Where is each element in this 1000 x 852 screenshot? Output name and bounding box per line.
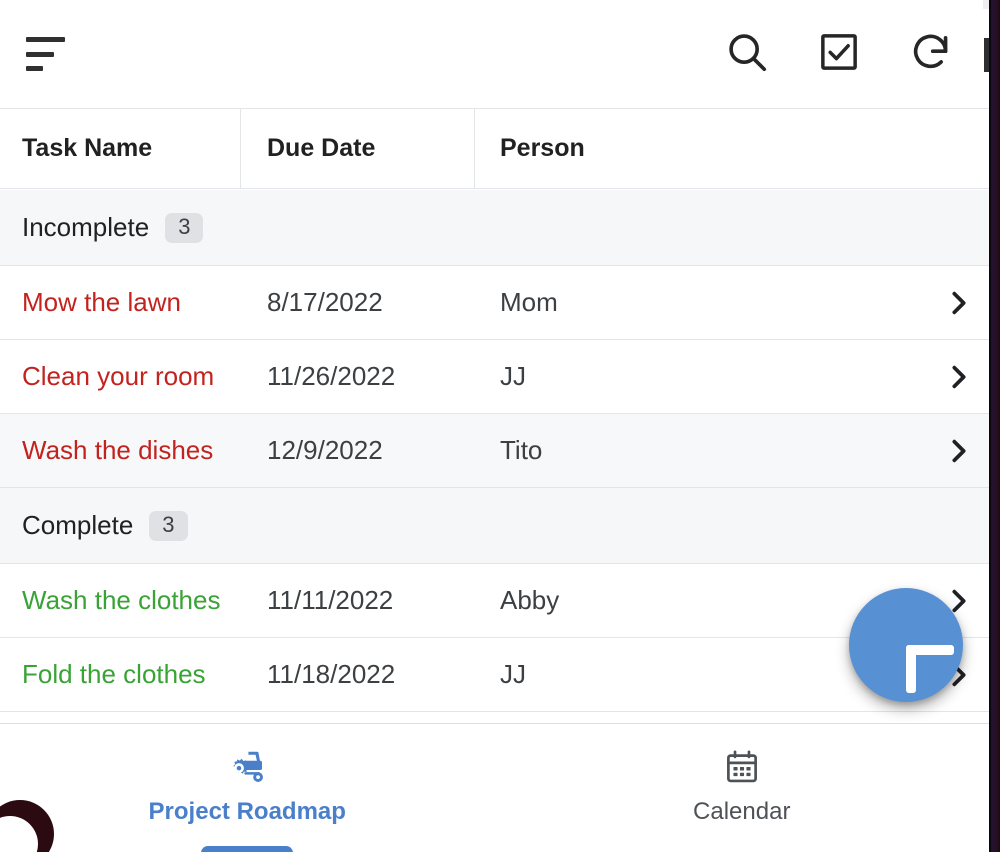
task-due-date-cell: 11/11/2022 [267, 585, 394, 615]
sort-icon[interactable] [26, 37, 68, 71]
task-name-cell: Wash the clothes [22, 585, 221, 615]
task-group-label: Incomplete [22, 212, 150, 242]
task-name-cell: Clean your room [22, 361, 215, 391]
chevron-right-icon[interactable] [929, 363, 989, 391]
task-person-cell: JJ [500, 361, 526, 391]
task-row[interactable]: Clean your room 11/26/2022 JJ [0, 340, 989, 414]
search-icon [724, 29, 770, 80]
add-task-fab[interactable] [849, 588, 963, 702]
task-row[interactable]: Mow the lawn 8/17/2022 Mom [0, 266, 989, 340]
column-header-due-date: Due Date [241, 108, 475, 189]
app-bar [0, 0, 989, 109]
calendar-icon [723, 746, 761, 788]
task-group-count-badge: 3 [149, 510, 188, 541]
task-group-label: Complete [22, 510, 134, 540]
device-frame-right-edge [989, 0, 1000, 852]
task-name-cell: Fold the clothes [22, 659, 206, 689]
task-group-count-badge: 3 [165, 212, 204, 243]
tractor-icon [226, 746, 268, 788]
sort-icon-bar-2 [26, 51, 54, 57]
task-due-date-cell: 11/18/2022 [267, 659, 396, 689]
nav-label-calendar: Calendar [693, 798, 791, 825]
device-screen: Task Name Due Date Person Incomplete 3 Mow… [0, 0, 1000, 852]
task-due-date-cell: 11/26/2022 [267, 361, 396, 391]
nav-active-indicator [201, 846, 294, 852]
task-person-cell: Tito [500, 435, 543, 465]
table-header-row: Task Name Due Date Person [0, 108, 989, 189]
column-header-task-name: Task Name [0, 108, 241, 189]
task-due-date-cell: 12/9/2022 [267, 435, 383, 465]
select-all-button[interactable] [813, 28, 865, 80]
task-name-cell: Mow the lawn [22, 287, 181, 317]
column-header-person: Person [500, 134, 585, 162]
sort-icon-bar-3 [26, 66, 43, 71]
refresh-button[interactable] [905, 28, 957, 80]
search-button[interactable] [721, 28, 773, 80]
checkbox-checked-icon [817, 30, 861, 79]
task-person-cell: Mom [500, 287, 558, 317]
task-row[interactable]: Wash the dishes 12/9/2022 Tito [0, 414, 989, 488]
task-list[interactable]: Incomplete 3 Mow the lawn 8/17/2022 Mom Clean… [0, 190, 989, 723]
chevron-right-icon[interactable] [929, 437, 989, 465]
chevron-right-icon[interactable] [929, 289, 989, 317]
nav-item-calendar[interactable]: Calendar [495, 724, 990, 852]
sort-icon-bar-1 [26, 37, 65, 42]
task-row[interactable]: Fold the clothes 11/18/2022 JJ [0, 638, 989, 712]
nav-item-project-roadmap[interactable]: Project Roadmap [0, 724, 495, 852]
task-due-date-cell: 8/17/2022 [267, 287, 383, 317]
bottom-navigation-bar: Project Roadmap Calendar [0, 723, 989, 852]
task-group-header[interactable]: Incomplete 3 [0, 190, 989, 266]
refresh-icon [908, 29, 954, 80]
app-bar-leading [0, 37, 68, 71]
nav-label-project-roadmap: Project Roadmap [148, 798, 346, 825]
task-group-header[interactable]: Complete 3 [0, 488, 989, 564]
task-row[interactable]: Wash the clothes 11/11/2022 Abby [0, 564, 989, 638]
app-bar-actions [721, 28, 989, 80]
task-name-cell: Wash the dishes [22, 435, 214, 465]
